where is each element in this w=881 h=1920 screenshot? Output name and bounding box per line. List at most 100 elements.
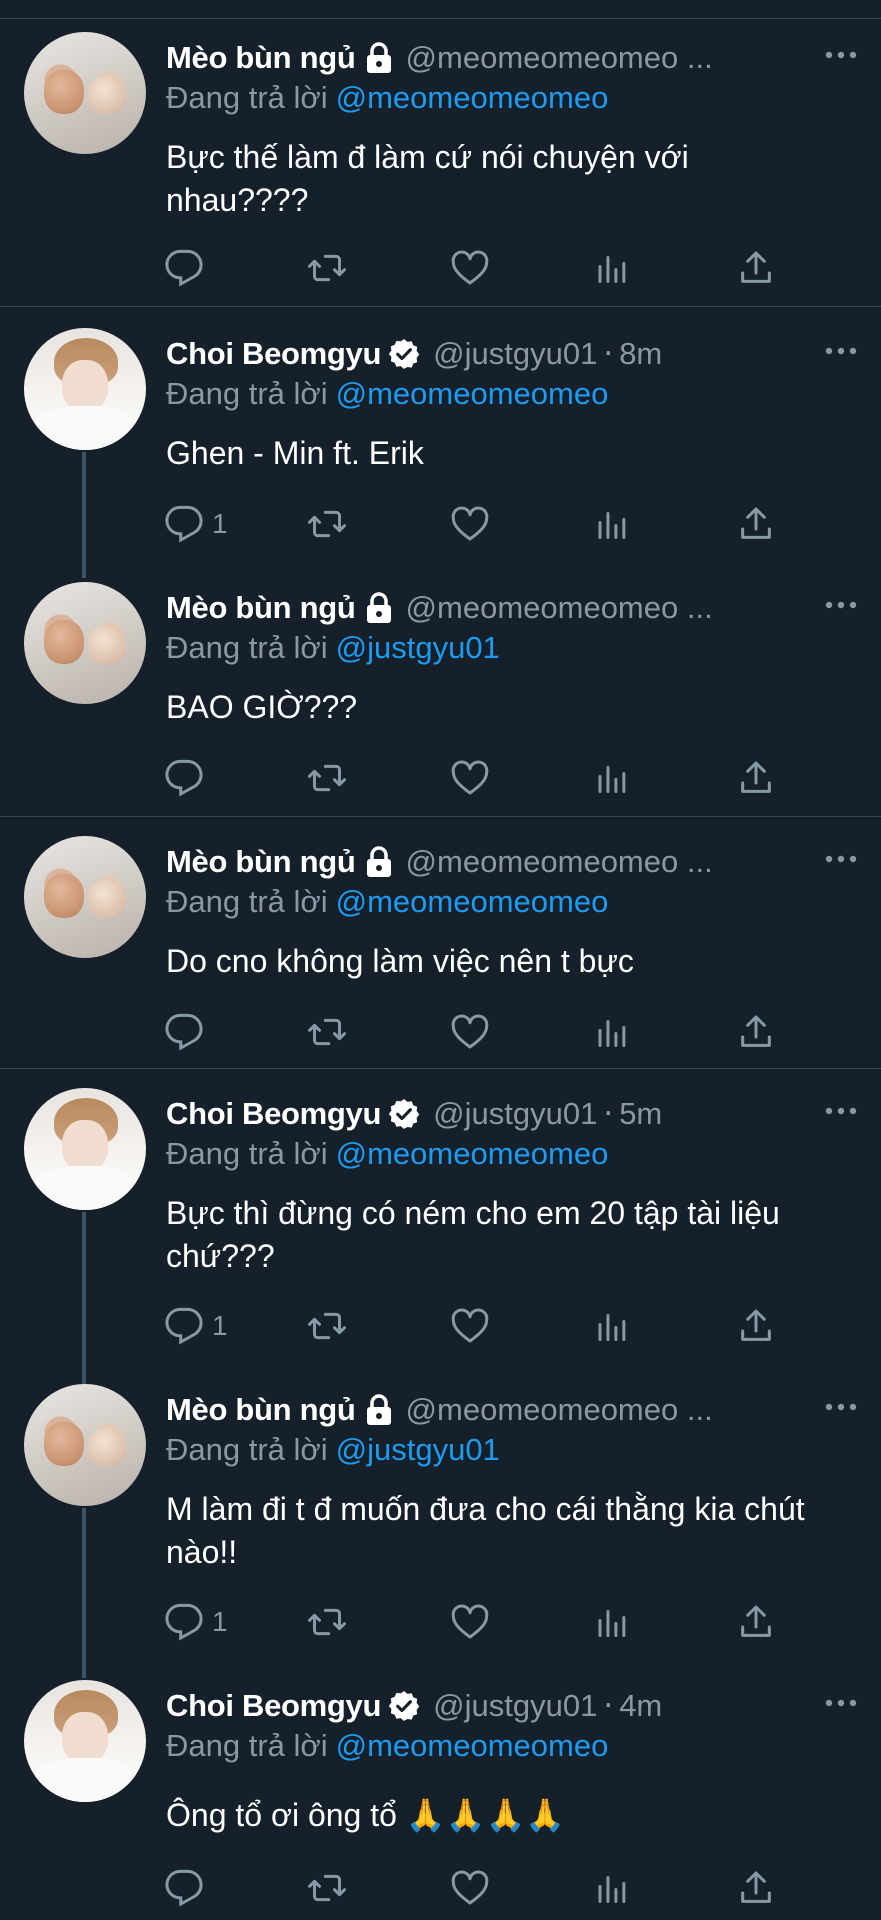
handle[interactable]: @meomeomeomeo ... bbox=[406, 590, 713, 626]
more-icon[interactable] bbox=[821, 590, 861, 620]
reply-button[interactable]: 1 bbox=[164, 1304, 228, 1348]
handle[interactable]: @justgyu01 bbox=[433, 1688, 597, 1724]
reply-button[interactable] bbox=[164, 246, 212, 290]
display-name[interactable]: Choi Beomgyu bbox=[166, 336, 381, 372]
reply-target-link[interactable]: @meomeomeomeo bbox=[336, 1728, 609, 1763]
share-icon bbox=[741, 1309, 771, 1341]
tweet-actions bbox=[164, 246, 784, 290]
reply-button[interactable]: 1 bbox=[164, 502, 228, 546]
reply-icon bbox=[165, 1307, 203, 1345]
more-icon[interactable] bbox=[821, 40, 861, 70]
views-button[interactable] bbox=[594, 1010, 630, 1054]
avatar[interactable] bbox=[24, 1384, 146, 1506]
views-button[interactable] bbox=[594, 1866, 630, 1910]
display-name[interactable]: Mèo bùn ngủ bbox=[166, 590, 356, 626]
share-button[interactable] bbox=[736, 1600, 776, 1644]
reply-button[interactable]: 1 bbox=[164, 1600, 228, 1644]
avatar[interactable] bbox=[24, 32, 146, 154]
more-icon[interactable] bbox=[821, 1392, 861, 1422]
like-button[interactable] bbox=[450, 1010, 490, 1054]
share-button[interactable] bbox=[736, 1866, 776, 1910]
top-divider bbox=[0, 18, 881, 19]
views-icon bbox=[598, 1020, 626, 1047]
more-icon[interactable] bbox=[821, 844, 861, 874]
reply-button[interactable] bbox=[164, 756, 212, 800]
display-name[interactable]: Choi Beomgyu bbox=[166, 1096, 381, 1132]
retweet-button[interactable] bbox=[306, 1010, 348, 1054]
like-icon bbox=[451, 1014, 489, 1049]
retweet-button[interactable] bbox=[306, 1866, 348, 1910]
display-name[interactable]: Choi Beomgyu bbox=[166, 1688, 381, 1724]
handle[interactable]: @meomeomeomeo ... bbox=[406, 844, 713, 880]
retweet-icon bbox=[308, 1874, 346, 1902]
reply-target-link[interactable]: @meomeomeomeo bbox=[336, 1136, 609, 1171]
tweet-divider bbox=[0, 816, 881, 817]
tweet-actions: 1 bbox=[164, 1600, 784, 1644]
like-button[interactable] bbox=[450, 1304, 490, 1348]
more-icon[interactable] bbox=[821, 336, 861, 366]
reply-target-link[interactable]: @meomeomeomeo bbox=[336, 80, 609, 115]
more-icon[interactable] bbox=[821, 1688, 861, 1718]
share-button[interactable] bbox=[736, 502, 776, 546]
retweet-button[interactable] bbox=[306, 1600, 348, 1644]
share-icon bbox=[741, 1605, 771, 1637]
replying-to: Đang trả lời @meomeomeomeo bbox=[166, 1136, 608, 1176]
reply-icon bbox=[165, 1869, 203, 1907]
share-button[interactable] bbox=[736, 1010, 776, 1054]
reply-button[interactable] bbox=[164, 1866, 212, 1910]
share-button[interactable] bbox=[736, 1304, 776, 1348]
more-icon[interactable] bbox=[821, 1096, 861, 1126]
verified-icon bbox=[387, 337, 421, 371]
views-button[interactable] bbox=[594, 246, 630, 290]
reply-prefix: Đang trả lời bbox=[166, 1432, 328, 1467]
reply-target-link[interactable]: @justgyu01 bbox=[336, 1432, 500, 1467]
views-button[interactable] bbox=[594, 1600, 630, 1644]
avatar[interactable] bbox=[24, 582, 146, 704]
like-button[interactable] bbox=[450, 756, 490, 800]
display-name[interactable]: Mèo bùn ngủ bbox=[166, 844, 356, 880]
retweet-button[interactable] bbox=[306, 502, 348, 546]
lock-icon bbox=[364, 1393, 394, 1427]
tweet-actions: 1 bbox=[164, 502, 784, 546]
share-button[interactable] bbox=[736, 756, 776, 800]
reply-button[interactable] bbox=[164, 1010, 212, 1054]
timestamp[interactable]: 8m bbox=[619, 336, 662, 372]
handle[interactable]: @justgyu01 bbox=[433, 336, 597, 372]
avatar[interactable] bbox=[24, 1088, 146, 1210]
like-button[interactable] bbox=[450, 1600, 490, 1644]
retweet-button[interactable] bbox=[306, 246, 348, 290]
display-name[interactable]: Mèo bùn ngủ bbox=[166, 1392, 356, 1428]
reply-target-link[interactable]: @meomeomeomeo bbox=[336, 376, 609, 411]
share-icon bbox=[741, 251, 771, 283]
handle[interactable]: @meomeomeomeo ... bbox=[406, 40, 713, 76]
avatar[interactable] bbox=[24, 328, 146, 450]
like-button[interactable] bbox=[450, 502, 490, 546]
replying-to: Đang trả lời @justgyu01 bbox=[166, 630, 500, 670]
retweet-icon bbox=[308, 764, 346, 792]
reply-count: 1 bbox=[212, 1606, 228, 1637]
reply-target-link[interactable]: @justgyu01 bbox=[336, 630, 500, 665]
display-name[interactable]: Mèo bùn ngủ bbox=[166, 40, 356, 76]
views-button[interactable] bbox=[594, 1304, 630, 1348]
avatar[interactable] bbox=[24, 836, 146, 958]
like-button[interactable] bbox=[450, 1866, 490, 1910]
reply-target-link[interactable]: @meomeomeomeo bbox=[336, 884, 609, 919]
views-button[interactable] bbox=[594, 756, 630, 800]
share-button[interactable] bbox=[736, 246, 776, 290]
timestamp[interactable]: 4m bbox=[619, 1688, 662, 1724]
timestamp[interactable]: 5m bbox=[619, 1096, 662, 1132]
avatar[interactable] bbox=[24, 1680, 146, 1802]
retweet-button[interactable] bbox=[306, 756, 348, 800]
like-button[interactable] bbox=[450, 246, 490, 290]
views-icon bbox=[598, 512, 626, 539]
handle[interactable]: @justgyu01 bbox=[433, 1096, 597, 1132]
handle[interactable]: @meomeomeomeo ... bbox=[406, 1392, 713, 1428]
views-icon bbox=[598, 1610, 626, 1637]
retweet-button[interactable] bbox=[306, 1304, 348, 1348]
reply-prefix: Đang trả lời bbox=[166, 884, 328, 919]
views-button[interactable] bbox=[594, 502, 630, 546]
like-icon bbox=[451, 250, 489, 285]
views-icon bbox=[598, 1876, 626, 1903]
reply-prefix: Đang trả lời bbox=[166, 1728, 328, 1763]
reply-prefix: Đang trả lời bbox=[166, 630, 328, 665]
